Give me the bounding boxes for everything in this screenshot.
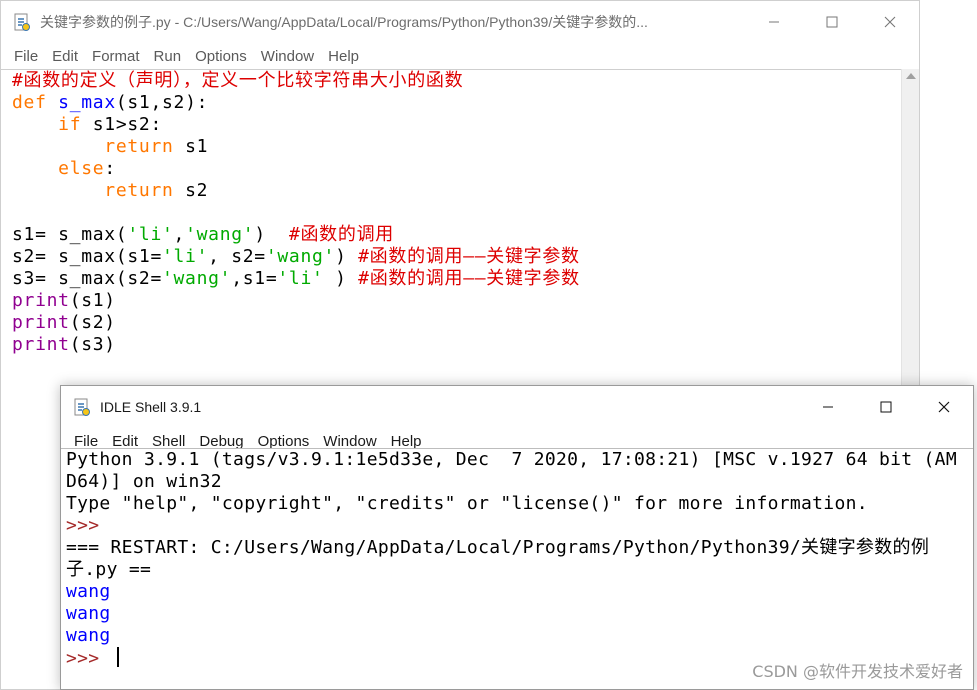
menu-window[interactable]: Window: [316, 433, 383, 450]
maximize-button[interactable]: [857, 386, 915, 428]
minimize-button[interactable]: [745, 1, 803, 43]
code-line: print(s2): [12, 312, 116, 333]
close-button[interactable]: [861, 1, 919, 43]
code-line: s3= s_max(s2='wang',s1='li' ) #函数的调用——关键…: [12, 268, 580, 289]
menu-help[interactable]: Help: [384, 433, 429, 450]
shell-window-title: IDLE Shell 3.9.1: [100, 399, 202, 415]
shell-output-line: wang: [66, 625, 111, 646]
shell-restart-line: 子.py ==: [66, 559, 152, 580]
maximize-icon: [826, 16, 838, 28]
python-file-icon: [73, 398, 91, 416]
shell-window-controls: [799, 386, 973, 428]
menu-format[interactable]: Format: [85, 48, 147, 65]
code-line: print(s1): [12, 290, 116, 311]
text-cursor: [116, 647, 119, 667]
menu-shell[interactable]: Shell: [145, 433, 192, 450]
shell-output-line: wang: [66, 581, 111, 602]
minimize-button[interactable]: [799, 386, 857, 428]
shell-banner-line: D64)] on win32: [66, 471, 222, 492]
shell-restart-line: === RESTART: C:/Users/Wang/AppData/Local…: [66, 537, 930, 558]
shell-window: IDLE Shell 3.9.1 File Edit Shell Debug O…: [60, 385, 974, 690]
shell-banner-line: Python 3.9.1 (tags/v3.9.1:1e5d33e, Dec 7…: [66, 449, 957, 470]
code-line: print(s3): [12, 334, 116, 355]
minimize-icon: [823, 406, 833, 408]
close-button[interactable]: [915, 386, 973, 428]
code-line: #函数的定义（声明），定义一个比较字符串大小的函数: [12, 70, 464, 91]
menu-options[interactable]: Options: [251, 433, 317, 450]
editor-menubar: File Edit Format Run Options Window Help: [1, 43, 919, 69]
menu-run[interactable]: Run: [147, 48, 189, 65]
maximize-button[interactable]: [803, 1, 861, 43]
code-line: def s_max(s1,s2):: [12, 92, 209, 113]
shell-output-line: wang: [66, 603, 111, 624]
menu-file[interactable]: File: [7, 48, 45, 65]
shell-banner-line: Type "help", "copyright", "credits" or "…: [66, 493, 868, 514]
scroll-up-arrow-icon[interactable]: [906, 73, 916, 79]
menu-edit[interactable]: Edit: [105, 433, 145, 450]
watermark: CSDN @软件开发技术爱好者: [752, 662, 963, 681]
minimize-icon: [769, 21, 779, 23]
code-line: if s1>s2:: [58, 114, 162, 135]
editor-window-title: 关键字参数的例子.py - C:/Users/Wang/AppData/Loca…: [40, 14, 648, 30]
code-line: return s2: [104, 180, 209, 201]
code-line: s1= s_max('li','wang') #函数的调用: [12, 224, 394, 245]
maximize-icon: [880, 401, 892, 413]
python-file-icon: [13, 13, 31, 31]
menu-options[interactable]: Options: [188, 48, 254, 65]
menu-window[interactable]: Window: [254, 48, 321, 65]
close-icon: [884, 16, 896, 28]
code-line: s2= s_max(s1='li', s2='wang') #函数的调用——关键…: [12, 246, 580, 267]
close-icon: [938, 401, 950, 413]
shell-titlebar[interactable]: IDLE Shell 3.9.1: [61, 386, 973, 428]
menu-debug[interactable]: Debug: [192, 433, 250, 450]
menu-file[interactable]: File: [67, 433, 105, 450]
menu-help[interactable]: Help: [321, 48, 366, 65]
shell-prompt: >>>: [66, 648, 111, 669]
code-line: else:: [58, 158, 116, 179]
editor-titlebar[interactable]: 关键字参数的例子.py - C:/Users/Wang/AppData/Loca…: [1, 1, 919, 43]
editor-window-controls: [745, 1, 919, 43]
shell-output-area[interactable]: Python 3.9.1 (tags/v3.9.1:1e5d33e, Dec 7…: [61, 448, 973, 689]
menu-edit[interactable]: Edit: [45, 48, 85, 65]
shell-prompt: >>>: [66, 515, 111, 536]
code-line: return s1: [104, 136, 209, 157]
